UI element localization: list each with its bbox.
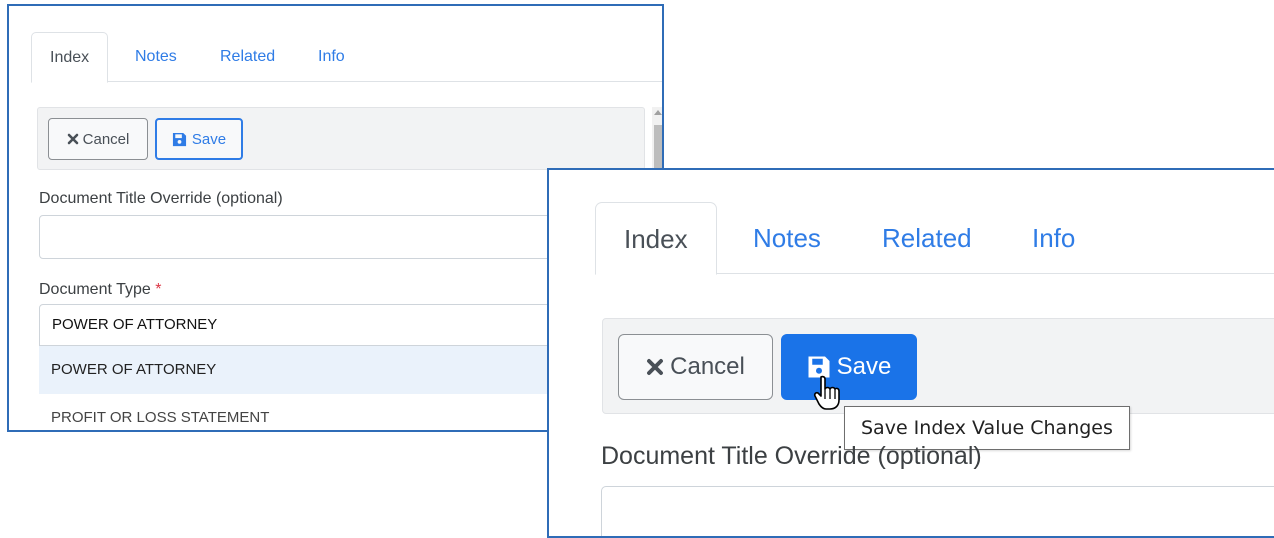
scrollbar[interactable] <box>652 107 662 172</box>
cancel-label: Cancel <box>82 130 130 148</box>
scroll-thumb[interactable] <box>654 125 662 169</box>
tab-notes[interactable]: Notes <box>135 32 177 83</box>
action-toolbar: Cancel Save <box>37 107 645 170</box>
tab-related[interactable]: Related <box>882 202 972 275</box>
save-button[interactable]: Save <box>781 334 917 400</box>
save-label: Save <box>191 130 227 148</box>
save-label: Save <box>836 353 892 380</box>
document-type-label: Document Type * <box>39 281 161 299</box>
times-icon <box>67 133 79 145</box>
tab-index[interactable]: Index <box>31 32 109 83</box>
index-panel-zoomed: Index Notes Related Info Cancel Save Sav… <box>547 168 1274 538</box>
tab-index[interactable]: Index <box>595 202 717 275</box>
tab-bar: Index Notes Related Info <box>31 32 662 83</box>
action-toolbar: Cancel Save <box>602 318 1274 414</box>
title-override-input[interactable] <box>601 486 1274 536</box>
title-override-label: Document Title Override (optional) <box>601 442 982 470</box>
required-indicator: * <box>155 281 162 298</box>
tab-info[interactable]: Info <box>318 32 345 83</box>
document-type-label-text: Document Type <box>39 281 151 298</box>
tab-notes[interactable]: Notes <box>753 202 821 275</box>
times-icon <box>646 358 664 376</box>
scroll-up-arrow-icon[interactable] <box>654 110 662 115</box>
floppy-disk-icon <box>807 355 831 379</box>
save-button[interactable]: Save <box>155 118 243 160</box>
tab-related[interactable]: Related <box>220 32 275 83</box>
cancel-label: Cancel <box>670 353 745 380</box>
floppy-disk-icon <box>172 132 187 147</box>
cancel-button[interactable]: Cancel <box>618 334 773 400</box>
cancel-button[interactable]: Cancel <box>48 118 148 160</box>
tab-bar: Index Notes Related Info <box>595 202 1274 275</box>
title-override-label: Document Title Override (optional) <box>39 190 283 207</box>
tab-info[interactable]: Info <box>1032 202 1075 275</box>
